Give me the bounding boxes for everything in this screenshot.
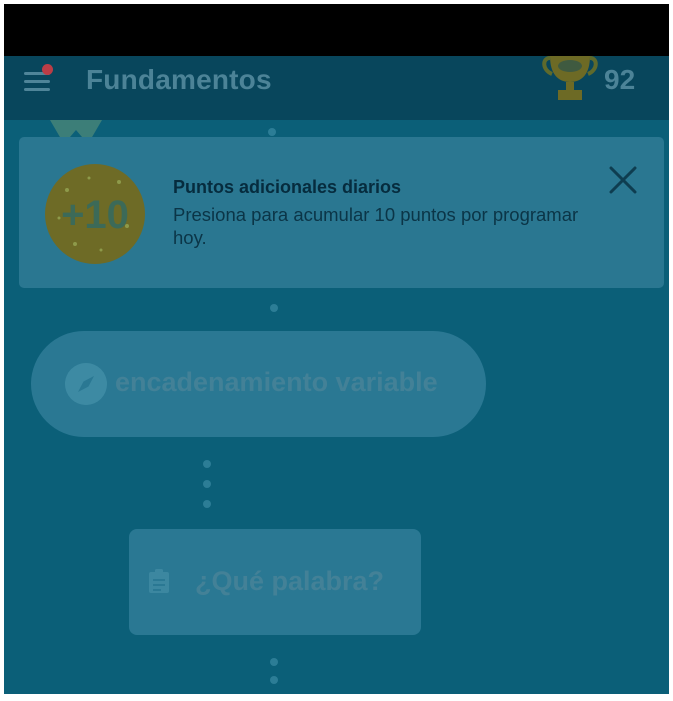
- path-dot: [203, 460, 211, 468]
- trophy-icon[interactable]: [540, 56, 600, 102]
- status-bar: [4, 4, 669, 56]
- score-count: 92: [604, 64, 636, 95]
- lesson-node-que-palabra[interactable]: ¿Qué palabra?: [129, 529, 421, 635]
- compass-icon: [65, 363, 107, 405]
- path-dot: [270, 304, 278, 312]
- banner-title: Puntos adicionales diarios: [173, 177, 402, 197]
- notification-dot: [42, 64, 53, 75]
- svg-text:+10: +10: [61, 193, 129, 237]
- lesson-node-encadenamiento[interactable]: encadenamiento variable: [31, 331, 486, 437]
- clipboard-icon: [149, 569, 169, 593]
- close-icon[interactable]: [606, 163, 640, 197]
- bonus-badge-icon: +10: [45, 164, 145, 264]
- screen: Fundamentos 92 +10 Puntos adicionales di…: [4, 4, 669, 694]
- menu-icon[interactable]: [24, 64, 54, 92]
- lesson-label: encadenamiento variable: [115, 367, 438, 397]
- path-dot: [203, 480, 211, 488]
- app-bar: Fundamentos 92: [4, 56, 669, 120]
- path-dot: [203, 500, 211, 508]
- banner-text: Presiona para acumular 10 puntos por pro…: [173, 204, 579, 248]
- lesson-label: ¿Qué palabra?: [195, 566, 385, 596]
- path-dot: [270, 658, 278, 666]
- path-dot: [270, 676, 278, 684]
- daily-bonus-banner[interactable]: +10 Puntos adicionales diarios Presiona …: [19, 137, 664, 288]
- app-title: Fundamentos: [86, 64, 272, 95]
- path-dot: [268, 128, 276, 136]
